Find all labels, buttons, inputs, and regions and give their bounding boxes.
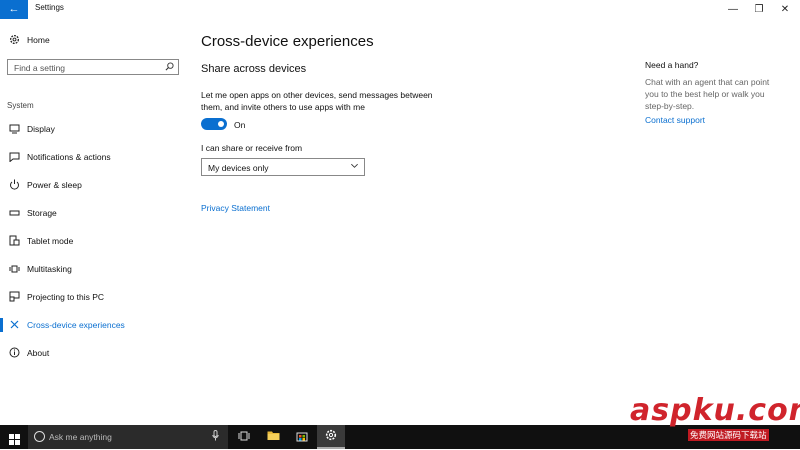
sidebar-item-cross-device[interactable]: Cross-device experiences bbox=[0, 316, 190, 334]
search-icon[interactable] bbox=[165, 62, 174, 73]
minimize-icon: — bbox=[728, 4, 738, 15]
help-title: Need a hand? bbox=[645, 60, 699, 70]
close-icon: ✕ bbox=[780, 4, 790, 15]
title-bar: ← Settings — ❐ ✕ bbox=[0, 0, 800, 19]
sidebar-item-label: Cross-device experiences bbox=[27, 320, 125, 330]
storage-icon bbox=[9, 207, 20, 218]
section-label-system: System bbox=[7, 101, 34, 110]
home-nav-item[interactable]: Home bbox=[0, 31, 190, 49]
app-title: Settings bbox=[35, 3, 64, 12]
watermark: aspku.com 免费网站源码下载站 bbox=[630, 393, 800, 443]
sidebar-item-tablet-mode[interactable]: Tablet mode bbox=[0, 232, 190, 250]
gear-icon bbox=[325, 429, 337, 444]
store-button[interactable] bbox=[288, 425, 316, 449]
notifications-icon bbox=[9, 151, 20, 162]
help-text: Chat with an agent that can point you to… bbox=[645, 77, 770, 111]
sidebar-item-label: Display bbox=[27, 124, 55, 134]
sidebar-item-power[interactable]: Power & sleep bbox=[0, 176, 190, 194]
sidebar: Home Find a setting System Display Notif… bbox=[0, 19, 190, 425]
find-setting-input[interactable]: Find a setting bbox=[7, 59, 179, 75]
sidebar-item-notifications[interactable]: Notifications & actions bbox=[0, 148, 190, 166]
projecting-icon bbox=[9, 291, 20, 302]
dropdown-value: My devices only bbox=[208, 163, 269, 173]
sidebar-item-label: Multitasking bbox=[27, 264, 72, 274]
section-subtitle: Share across devices bbox=[201, 63, 307, 75]
sidebar-item-display[interactable]: Display bbox=[0, 120, 190, 138]
restore-icon: ❐ bbox=[754, 4, 764, 15]
privacy-statement-link[interactable]: Privacy Statement bbox=[201, 203, 270, 213]
tablet-icon bbox=[9, 235, 20, 246]
start-button[interactable] bbox=[0, 425, 28, 449]
watermark-subtitle: 免费网站源码下载站 bbox=[688, 429, 769, 441]
sidebar-item-label: About bbox=[27, 348, 50, 358]
toggle-state-label: On bbox=[234, 120, 246, 130]
display-icon bbox=[9, 123, 20, 134]
microphone-icon[interactable] bbox=[212, 430, 219, 443]
contact-support-link[interactable]: Contact support bbox=[645, 115, 705, 125]
search-placeholder: Find a setting bbox=[14, 63, 66, 73]
sidebar-item-label: Notifications & actions bbox=[27, 152, 111, 162]
store-icon bbox=[296, 430, 308, 445]
multitasking-icon bbox=[9, 263, 20, 274]
minimize-button[interactable]: — bbox=[720, 0, 746, 19]
taskbar-search-box[interactable]: Ask me anything bbox=[28, 425, 228, 449]
home-label: Home bbox=[27, 35, 50, 45]
back-arrow-icon: ← bbox=[8, 3, 20, 15]
watermark-logo-text: aspku.com bbox=[630, 393, 800, 428]
folder-icon bbox=[267, 430, 280, 444]
share-from-label: I can share or receive from bbox=[201, 143, 303, 153]
page-title: Cross-device experiences bbox=[201, 33, 374, 50]
sidebar-item-about[interactable]: About bbox=[0, 344, 190, 362]
settings-taskbar-button[interactable] bbox=[317, 425, 345, 449]
toggle-knob bbox=[218, 121, 224, 127]
sidebar-item-label: Tablet mode bbox=[27, 236, 74, 246]
share-across-devices-toggle[interactable] bbox=[201, 118, 227, 130]
windows-logo-icon bbox=[9, 432, 20, 450]
power-icon bbox=[9, 179, 20, 190]
sidebar-item-projecting[interactable]: Projecting to this PC bbox=[0, 288, 190, 306]
sidebar-item-label: Storage bbox=[27, 208, 57, 218]
restore-button[interactable]: ❐ bbox=[746, 0, 772, 19]
file-explorer-button[interactable] bbox=[259, 425, 287, 449]
sidebar-item-storage[interactable]: Storage bbox=[0, 204, 190, 222]
gear-icon bbox=[9, 34, 20, 45]
info-icon bbox=[9, 347, 20, 358]
close-button[interactable]: ✕ bbox=[772, 0, 798, 19]
back-button[interactable]: ← bbox=[0, 0, 28, 19]
toggle-description: Let me open apps on other devices, send … bbox=[201, 90, 433, 112]
cross-device-icon bbox=[9, 319, 20, 330]
sidebar-item-label: Projecting to this PC bbox=[27, 292, 105, 302]
share-from-dropdown[interactable]: My devices only bbox=[201, 158, 365, 176]
chevron-down-icon bbox=[350, 161, 359, 172]
taskbar-search-placeholder: Ask me anything bbox=[49, 432, 112, 442]
cortana-icon bbox=[34, 431, 45, 442]
task-view-button[interactable] bbox=[230, 425, 258, 449]
task-view-icon bbox=[238, 431, 250, 444]
sidebar-item-multitasking[interactable]: Multitasking bbox=[0, 260, 190, 278]
sidebar-item-label: Power & sleep bbox=[27, 180, 82, 190]
